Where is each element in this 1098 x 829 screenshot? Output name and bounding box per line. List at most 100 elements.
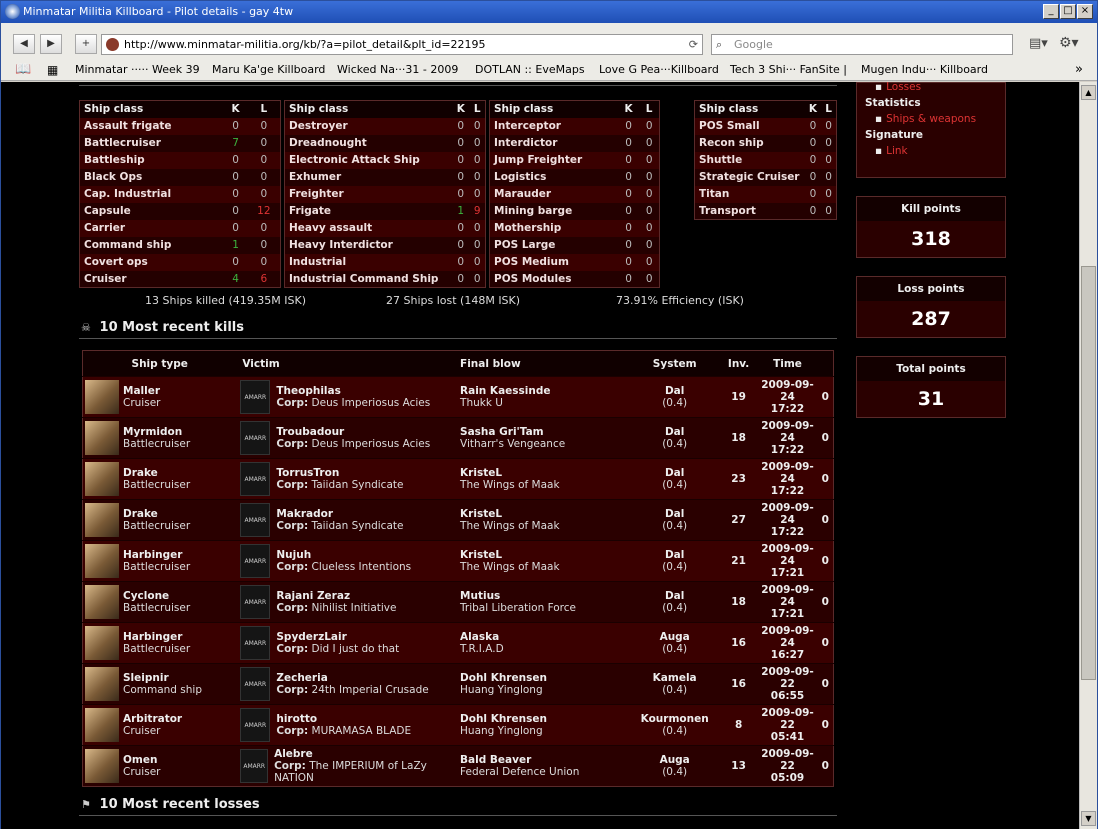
class-name-link[interactable]: Logistics xyxy=(489,168,618,186)
system-name[interactable]: Dal xyxy=(630,385,720,397)
victim-name[interactable]: hirotto xyxy=(276,713,411,725)
system-name[interactable]: Dal xyxy=(630,467,720,479)
class-name-link[interactable]: Capsule xyxy=(79,202,224,220)
class-name-link[interactable]: POS Medium xyxy=(489,253,618,271)
scroll-up-arrow-icon[interactable]: ▲ xyxy=(1081,85,1096,100)
system-name[interactable]: Kamela xyxy=(630,672,720,684)
class-name-link[interactable]: Interceptor xyxy=(489,117,618,135)
search-input[interactable]: ⌕ Google xyxy=(711,34,1013,55)
kill-row[interactable]: Cyclone Battlecruiser AMARR Rajani Zeraz… xyxy=(82,581,834,623)
final-blow-pilot[interactable]: KristeL xyxy=(460,467,630,479)
final-blow-corp[interactable]: T.R.I.A.D xyxy=(460,643,630,655)
bookmark-item[interactable]: Maru Ka'ge Killboard xyxy=(212,59,325,81)
system-name[interactable]: Kourmonen xyxy=(630,713,720,725)
class-name-link[interactable]: Recon ship xyxy=(694,134,805,152)
settings-gear-icon[interactable]: ⚙▾ xyxy=(1059,35,1079,51)
victim-corp[interactable]: Deus Imperiosus Acies xyxy=(312,438,431,450)
final-blow-pilot[interactable]: Alaska xyxy=(460,631,630,643)
minimize-button[interactable]: _ xyxy=(1043,4,1059,19)
class-name-link[interactable]: Interdictor xyxy=(489,134,618,152)
ship-portrait-icon[interactable] xyxy=(85,708,119,742)
scroll-down-arrow-icon[interactable]: ▼ xyxy=(1081,811,1096,826)
kill-row[interactable]: Harbinger Battlecruiser AMARR SpyderzLai… xyxy=(82,622,834,664)
class-name-link[interactable]: Heavy Interdictor xyxy=(284,236,453,254)
system-name[interactable]: Dal xyxy=(630,590,720,602)
final-blow-pilot[interactable]: Dohl Khrensen xyxy=(460,713,630,725)
bookmarks-book-icon[interactable]: 📖 xyxy=(15,59,31,81)
victim-name[interactable]: Makrador xyxy=(276,508,403,520)
corp-logo-icon[interactable]: AMARR xyxy=(240,708,271,742)
kill-row[interactable]: Maller Cruiser AMARR Theophilas Corp: De… xyxy=(82,376,834,418)
corp-logo-icon[interactable]: AMARR xyxy=(240,544,271,578)
bookmark-item[interactable]: Mugen Indu··· Killboard xyxy=(861,59,988,81)
bookmark-item[interactable]: Tech 3 Shi··· FanSite | xyxy=(730,59,847,81)
ship-portrait-icon[interactable] xyxy=(85,503,119,537)
system-name[interactable]: Dal xyxy=(630,549,720,561)
class-name-link[interactable]: Cruiser xyxy=(79,270,224,288)
corp-logo-icon[interactable]: AMARR xyxy=(240,626,271,660)
new-tab-button[interactable]: + xyxy=(75,34,97,54)
menu-link-link[interactable]: Link xyxy=(865,145,997,157)
menu-link-losses[interactable]: Losses xyxy=(865,82,997,93)
ship-portrait-icon[interactable] xyxy=(85,585,119,619)
bookmark-item[interactable]: DOTLAN :: EveMaps xyxy=(475,59,585,81)
system-name[interactable]: Dal xyxy=(630,426,720,438)
final-blow-corp[interactable]: The Wings of Maak xyxy=(460,520,630,532)
kill-row[interactable]: Sleipnir Command ship AMARR Zecheria Cor… xyxy=(82,663,834,705)
class-name-link[interactable]: Battlecruiser xyxy=(79,134,224,152)
final-blow-corp[interactable]: Vitharr's Vengeance xyxy=(460,438,630,450)
class-name-link[interactable]: Mothership xyxy=(489,219,618,237)
class-name-link[interactable]: POS Modules xyxy=(489,270,618,288)
final-blow-pilot[interactable]: Bald Beaver xyxy=(460,754,630,766)
victim-name[interactable]: Zecheria xyxy=(276,672,428,684)
corp-logo-icon[interactable]: AMARR xyxy=(240,421,271,455)
ship-portrait-icon[interactable] xyxy=(85,749,119,783)
class-name-link[interactable]: Battleship xyxy=(79,151,224,169)
class-name-link[interactable]: Carrier xyxy=(79,219,224,237)
system-name[interactable]: Auga xyxy=(630,754,720,766)
final-blow-pilot[interactable]: Mutius xyxy=(460,590,630,602)
vertical-scrollbar[interactable]: ▲ ▼ xyxy=(1079,82,1097,829)
victim-corp[interactable]: Deus Imperiosus Acies xyxy=(312,397,431,409)
corp-logo-icon[interactable]: AMARR xyxy=(240,667,271,701)
bookmarks-overflow-icon[interactable]: » xyxy=(1075,59,1083,81)
final-blow-corp[interactable]: Huang Yinglong xyxy=(460,725,630,737)
scrollbar-thumb[interactable] xyxy=(1081,266,1096,680)
final-blow-pilot[interactable]: Rain Kaessinde xyxy=(460,385,630,397)
victim-name[interactable]: Troubadour xyxy=(276,426,430,438)
bookmark-item[interactable]: Love G Pea···Killboard xyxy=(599,59,719,81)
class-name-link[interactable]: Jump Freighter xyxy=(489,151,618,169)
class-name-link[interactable]: Shuttle xyxy=(694,151,805,169)
class-name-link[interactable]: Strategic Cruiser xyxy=(694,168,805,186)
corp-logo-icon[interactable]: AMARR xyxy=(240,380,271,414)
victim-corp[interactable]: Taiidan Syndicate xyxy=(312,520,404,532)
bookmark-item[interactable]: Minmatar ····· Week 39 xyxy=(75,59,200,81)
kill-row[interactable]: Arbitrator Cruiser AMARR hirotto Corp: M… xyxy=(82,704,834,746)
victim-corp[interactable]: Clueless Intentions xyxy=(312,561,412,573)
kill-row[interactable]: Omen Cruiser AMARR Alebre Corp: The IMPE… xyxy=(82,745,834,787)
final-blow-corp[interactable]: The Wings of Maak xyxy=(460,561,630,573)
final-blow-corp[interactable]: Tribal Liberation Force xyxy=(460,602,630,614)
final-blow-corp[interactable]: Federal Defence Union xyxy=(460,766,630,778)
class-name-link[interactable]: Industrial xyxy=(284,253,453,271)
corp-logo-icon[interactable]: AMARR xyxy=(240,503,271,537)
class-name-link[interactable]: Destroyer xyxy=(284,117,453,135)
corp-logo-icon[interactable]: AMARR xyxy=(240,585,271,619)
maximize-button[interactable]: □ xyxy=(1060,4,1076,19)
ship-portrait-icon[interactable] xyxy=(85,380,119,414)
class-name-link[interactable]: Exhumer xyxy=(284,168,453,186)
corp-logo-icon[interactable]: AMARR xyxy=(240,749,269,783)
class-name-link[interactable]: Black Ops xyxy=(79,168,224,186)
class-name-link[interactable]: Covert ops xyxy=(79,253,224,271)
final-blow-corp[interactable]: The Wings of Maak xyxy=(460,479,630,491)
class-name-link[interactable]: Cap. Industrial xyxy=(79,185,224,203)
final-blow-pilot[interactable]: KristeL xyxy=(460,508,630,520)
close-button[interactable]: × xyxy=(1077,4,1093,19)
system-name[interactable]: Auga xyxy=(630,631,720,643)
final-blow-pilot[interactable]: KristeL xyxy=(460,549,630,561)
victim-name[interactable]: Theophilas xyxy=(276,385,430,397)
back-button[interactable]: ◀ xyxy=(13,34,35,54)
bookmark-item[interactable]: Wicked Na···31 - 2009 xyxy=(337,59,458,81)
kill-row[interactable]: Harbinger Battlecruiser AMARR Nujuh Corp… xyxy=(82,540,834,582)
final-blow-pilot[interactable]: Sasha Gri'Tam xyxy=(460,426,630,438)
